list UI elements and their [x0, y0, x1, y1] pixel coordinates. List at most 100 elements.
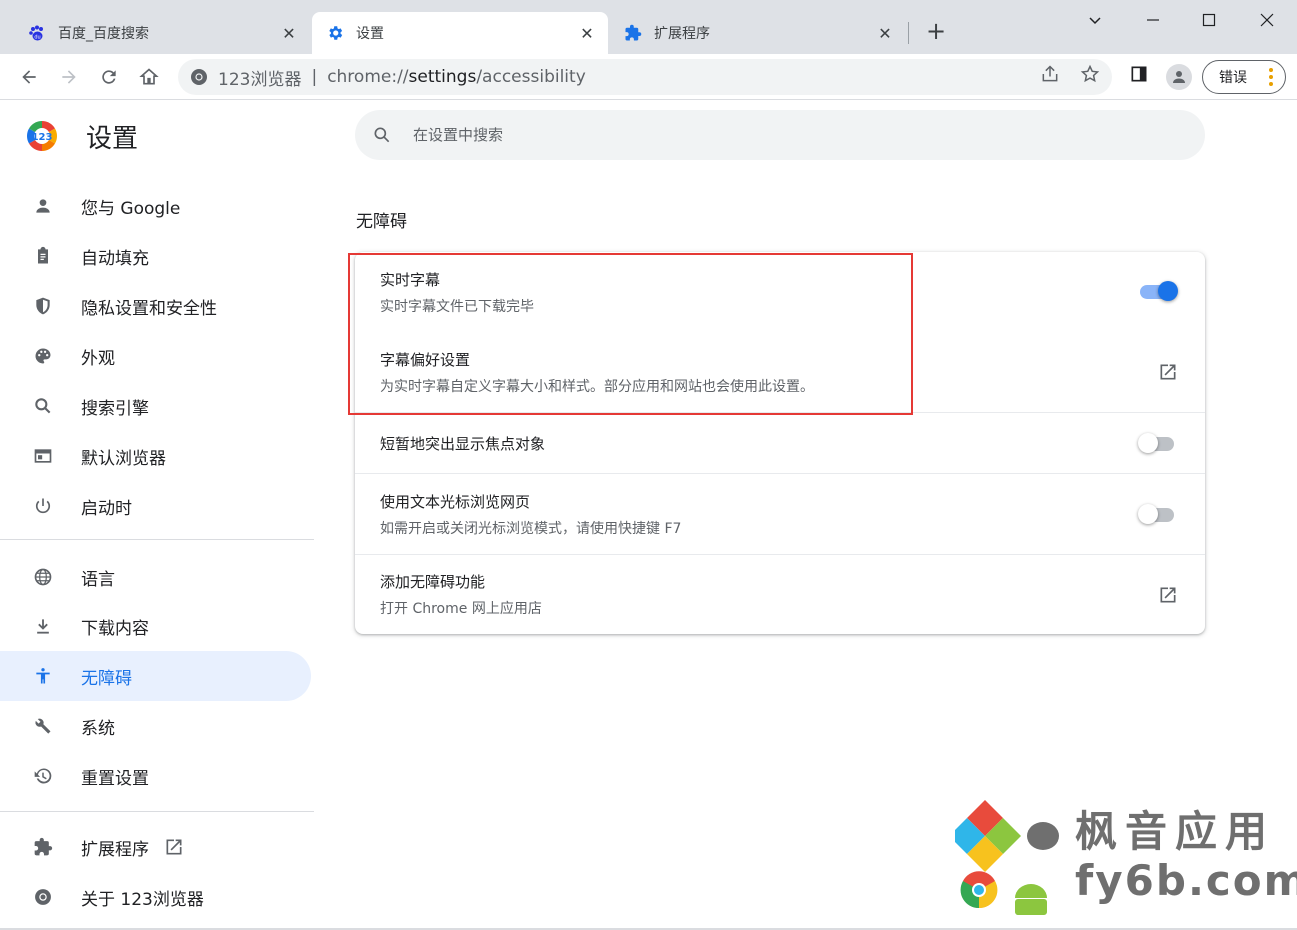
share-icon[interactable]: [1039, 63, 1061, 85]
sidebar-item-about[interactable]: 关于 123浏览器: [0, 872, 311, 922]
close-icon[interactable]: ✕: [280, 24, 298, 43]
row-sublabel: 如需开启或关闭光标浏览模式，请使用快捷键 F7: [380, 520, 682, 537]
toolbar: 123浏览器 | chrome://settings/accessibility…: [0, 54, 1297, 100]
watermark-logo-icon: [949, 800, 1059, 915]
window-close-icon[interactable]: [1255, 8, 1279, 32]
sidebar-item-label: 启动时: [81, 498, 132, 519]
live-caption-toggle[interactable]: [1138, 281, 1178, 301]
row-label: 使用文本光标浏览网页: [380, 492, 531, 511]
sidebar-item-default-browser[interactable]: 默认浏览器: [0, 431, 311, 481]
sidebar-item-label: 语言: [81, 569, 115, 590]
reload-icon[interactable]: [96, 64, 122, 90]
sidebar-divider: [0, 539, 314, 540]
row-caret-browsing[interactable]: 使用文本光标浏览网页 如需开启或关闭光标浏览模式，请使用快捷键 F7: [355, 474, 1205, 554]
sidebar-item-downloads[interactable]: 下载内容: [0, 601, 311, 651]
browser-logo-icon: 123: [26, 120, 58, 152]
gear-icon: [326, 24, 344, 42]
clipboard-icon: [32, 245, 54, 267]
sidebar-item-extensions[interactable]: 扩展程序: [0, 822, 311, 872]
sidebar-item-appearance[interactable]: 外观: [0, 331, 311, 381]
puzzle-icon: [32, 836, 54, 858]
sidebar-item-privacy[interactable]: 隐私设置和安全性: [0, 281, 311, 331]
row-focus-highlight[interactable]: 短暂地突出显示焦点对象: [355, 413, 1205, 473]
sidebar-item-label: 关于 123浏览器: [81, 889, 204, 910]
tab-title: 设置: [356, 26, 384, 42]
sidebar-item-you-and-google[interactable]: 您与 Google: [0, 181, 311, 231]
external-link-icon: [163, 836, 185, 858]
chrome-icon: [32, 886, 54, 908]
sidebar-item-system[interactable]: 系统: [0, 701, 311, 751]
sidebar-item-autofill[interactable]: 自动填充: [0, 231, 311, 281]
watermark-domain: fy6b.com: [1075, 856, 1297, 905]
tab-separator: [908, 22, 909, 44]
external-link-icon[interactable]: [1157, 361, 1179, 383]
shield-icon: [32, 295, 54, 317]
row-label: 短暂地突出显示焦点对象: [380, 434, 546, 453]
sidebar-item-on-startup[interactable]: 启动时: [0, 481, 311, 531]
url-path: /accessibility: [476, 67, 586, 87]
row-add-accessibility-features[interactable]: 添加无障碍功能 打开 Chrome 网上应用店: [355, 555, 1205, 634]
sidebar-item-label: 外观: [81, 348, 115, 369]
sidebar-divider: [0, 811, 314, 812]
sidebar-item-label: 扩展程序: [81, 839, 149, 860]
tab-title: 百度_百度搜索: [58, 26, 149, 42]
close-icon[interactable]: ✕: [578, 24, 596, 43]
annotation-highlight-box: [348, 253, 913, 415]
sidebar-item-languages[interactable]: 语言: [0, 552, 311, 602]
tab-extensions[interactable]: 扩展程序 ✕: [610, 12, 906, 54]
search-input[interactable]: [413, 126, 1113, 144]
omnibox-separator: |: [311, 67, 318, 87]
globe-icon: [32, 566, 54, 588]
home-icon[interactable]: [136, 64, 162, 90]
sidebar-item-label: 重置设置: [81, 768, 149, 789]
caret-browsing-toggle[interactable]: [1138, 504, 1178, 524]
puzzle-icon: [624, 24, 642, 42]
error-button-label: 错误: [1219, 70, 1247, 86]
profile-avatar[interactable]: [1166, 64, 1192, 90]
sidebar-item-label: 系统: [81, 718, 115, 739]
watermark-brand: 枫音应用: [1075, 807, 1276, 856]
row-sublabel: 打开 Chrome 网上应用店: [380, 601, 542, 617]
focus-highlight-toggle[interactable]: [1138, 433, 1178, 453]
restore-icon: [32, 765, 54, 787]
url-host: settings: [408, 67, 477, 87]
download-icon: [32, 615, 54, 637]
sidebar-item-search-engine[interactable]: 搜索引擎: [0, 381, 311, 431]
sidebar-item-label: 隐私设置和安全性: [81, 298, 217, 319]
palette-icon: [32, 345, 54, 367]
tab-baidu[interactable]: du 百度_百度搜索 ✕: [14, 12, 310, 54]
tab-settings[interactable]: 设置 ✕: [312, 12, 608, 54]
external-link-icon[interactable]: [1157, 584, 1179, 606]
minimize-icon[interactable]: [1141, 8, 1165, 32]
tab-search-chevron-icon[interactable]: [1083, 8, 1107, 32]
browser-window-icon: [32, 445, 54, 467]
sidebar-item-label: 您与 Google: [81, 198, 181, 219]
site-name: 123浏览器: [218, 69, 302, 90]
power-icon: [32, 495, 54, 517]
error-menu-button[interactable]: 错误: [1202, 60, 1286, 94]
watermark: 枫音应用 fy6b.com: [949, 798, 1297, 918]
address-bar[interactable]: 123浏览器 | chrome://settings/accessibility: [178, 59, 1112, 95]
sidebar-item-label: 无障碍: [81, 668, 132, 689]
forward-arrow-icon[interactable]: [56, 64, 82, 90]
settings-search[interactable]: [355, 110, 1205, 160]
close-icon[interactable]: ✕: [876, 24, 894, 43]
search-icon: [32, 395, 54, 417]
svg-text:du: du: [34, 35, 40, 41]
sidebar-item-reset[interactable]: 重置设置: [0, 751, 311, 801]
side-panel-icon[interactable]: [1128, 63, 1150, 85]
maximize-icon[interactable]: [1197, 8, 1221, 32]
page-title: 设置: [86, 124, 139, 154]
url-scheme: chrome://: [327, 67, 409, 87]
new-tab-button[interactable]: +: [924, 19, 948, 44]
tab-title: 扩展程序: [654, 26, 710, 42]
wrench-icon: [32, 715, 54, 737]
bookmark-star-icon[interactable]: [1079, 63, 1101, 85]
chrome-icon: [190, 68, 208, 86]
sidebar-item-accessibility[interactable]: 无障碍: [0, 651, 311, 701]
sidebar-item-label: 自动填充: [81, 248, 149, 269]
accessibility-icon: [32, 665, 54, 687]
sidebar-item-label: 搜索引擎: [81, 398, 149, 419]
back-arrow-icon[interactable]: [16, 64, 42, 90]
sidebar-item-label: 下载内容: [81, 618, 149, 639]
